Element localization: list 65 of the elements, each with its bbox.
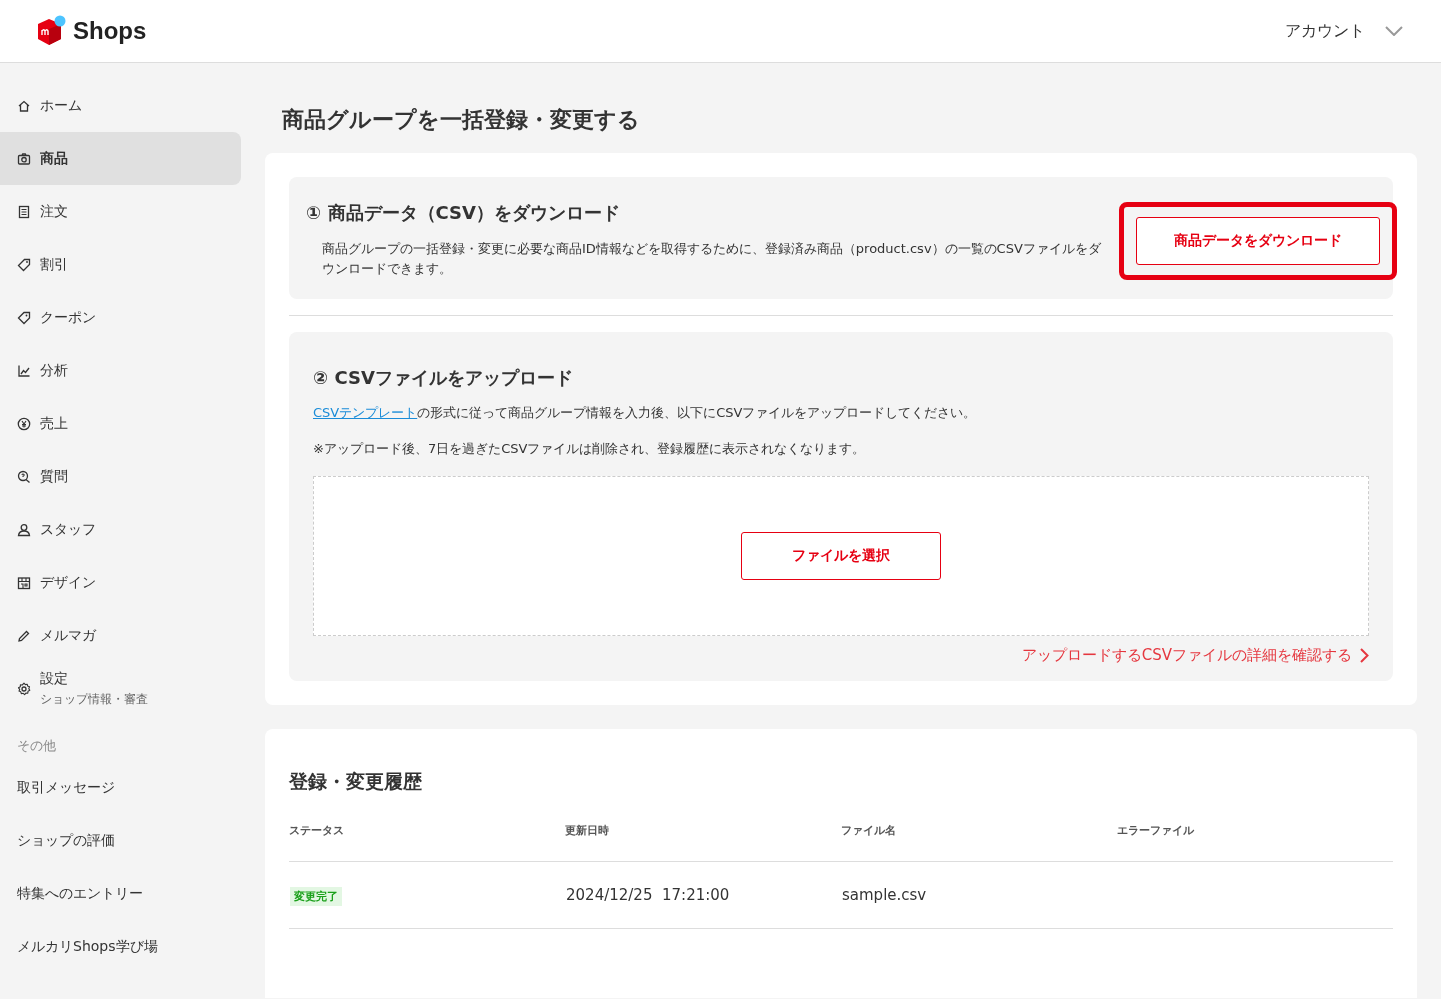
sidebar-item-icon	[17, 310, 31, 325]
column-header: ファイル名	[841, 823, 1117, 862]
sidebar-item[interactable]: 割引	[0, 238, 241, 291]
sidebar-item[interactable]: 設定 ショップ情報・審査	[0, 662, 241, 715]
sidebar-item[interactable]: ホーム	[0, 79, 241, 132]
section-heading: ② CSVファイルをアップロード	[313, 366, 574, 390]
sidebar-item-icon	[17, 575, 31, 590]
sidebar-item[interactable]: 注文	[0, 185, 241, 238]
sidebar-item-label: デザイン	[40, 573, 96, 592]
sidebar-item-icon	[17, 204, 31, 219]
download-button[interactable]: 商品データをダウンロード	[1136, 217, 1380, 265]
logo-text: Shops	[73, 17, 147, 45]
section-heading: ① 商品データ（CSV）をダウンロード	[306, 201, 621, 225]
sidebar-item-icon	[17, 681, 31, 696]
column-header: ステータス	[289, 823, 565, 862]
sidebar-item[interactable]: クーポン	[0, 291, 241, 344]
note-text: ※アップロード後、7日を過ぎたCSVファイルは削除され、登録履歴に表示されなくなります。	[313, 440, 867, 458]
column-header: エラーファイル	[1117, 823, 1393, 862]
sidebar-item-icon	[17, 628, 31, 643]
sidebar-item-label: 割引	[40, 255, 68, 274]
column-header: 更新日時	[565, 823, 841, 862]
table-cell: 2024/12/25 17:21:00	[566, 886, 730, 904]
sidebar-item-icon	[17, 522, 31, 537]
section-description: 商品グループの一括登録・変更に必要な商品ID情報などを取得するために、登録済み商品（product.csv）の一覧のCSVファイルをダウンロードできます。	[321, 240, 1102, 278]
table-cell: sample.csv	[842, 886, 927, 904]
select-file-button[interactable]: ファイルを選択	[741, 532, 941, 580]
sidebar-item-sublabel: ショップ情報・審査	[40, 690, 148, 708]
section-heading: 登録・変更履歴	[289, 769, 423, 794]
account-menu[interactable]: アカウント	[1285, 20, 1365, 42]
sidebar-item[interactable]: 質問	[0, 450, 241, 503]
sidebar-link[interactable]: 特集へのエントリー	[0, 867, 241, 920]
sidebar-item-label: 分析	[40, 361, 68, 380]
instruction-text: CSVテンプレート の形式に従って商品グループ情報を入力後、以下にCSVファイルをアップロードしてください。	[313, 404, 978, 422]
sidebar-item-icon	[17, 469, 31, 484]
sidebar-item-label: クーポン	[40, 308, 96, 327]
chevron-right-icon	[1360, 648, 1369, 663]
sidebar-item[interactable]: スタッフ	[0, 503, 241, 556]
sidebar-item-icon	[17, 151, 31, 166]
sidebar-item[interactable]: メルマガ	[0, 609, 241, 662]
sidebar-section-heading: その他	[16, 737, 57, 755]
sidebar-item-icon	[17, 416, 31, 431]
chevron-down-icon[interactable]	[1385, 26, 1403, 36]
sidebar-link[interactable]: ショップの評価	[0, 814, 241, 867]
sidebar-item[interactable]: 売上	[0, 397, 241, 450]
sidebar-item-label: ホーム	[40, 96, 82, 115]
sidebar-item-icon	[17, 257, 31, 272]
sidebar-item-label: スタッフ	[40, 520, 96, 539]
details-link[interactable]: アップロードするCSVファイルの詳細を確認する	[313, 646, 1369, 665]
status-badge: 変更完了	[290, 887, 342, 906]
sidebar-item-icon	[17, 98, 31, 113]
sidebar-item[interactable]: デザイン	[0, 556, 241, 609]
sidebar-item[interactable]: 商品	[0, 132, 241, 185]
sidebar-item[interactable]: 分析	[0, 344, 241, 397]
sidebar-item-label: 商品	[40, 149, 68, 168]
sidebar-item-label: メルマガ	[40, 626, 96, 645]
sidebar-item-icon	[17, 363, 31, 378]
logo-icon	[35, 15, 67, 47]
sidebar-item-label: 設定	[40, 669, 68, 686]
sidebar-link[interactable]: メルカリShops学び場	[0, 920, 241, 973]
sidebar-item-label: 売上	[40, 414, 68, 433]
drop-zone[interactable]: ファイルを選択	[313, 476, 1369, 636]
page-title: 商品グループを一括登録・変更する	[282, 106, 641, 134]
sidebar-link[interactable]: 取引メッセージ	[0, 761, 241, 814]
sidebar-item-label: 質問	[40, 467, 68, 486]
sidebar-item-label: 注文	[40, 202, 68, 221]
